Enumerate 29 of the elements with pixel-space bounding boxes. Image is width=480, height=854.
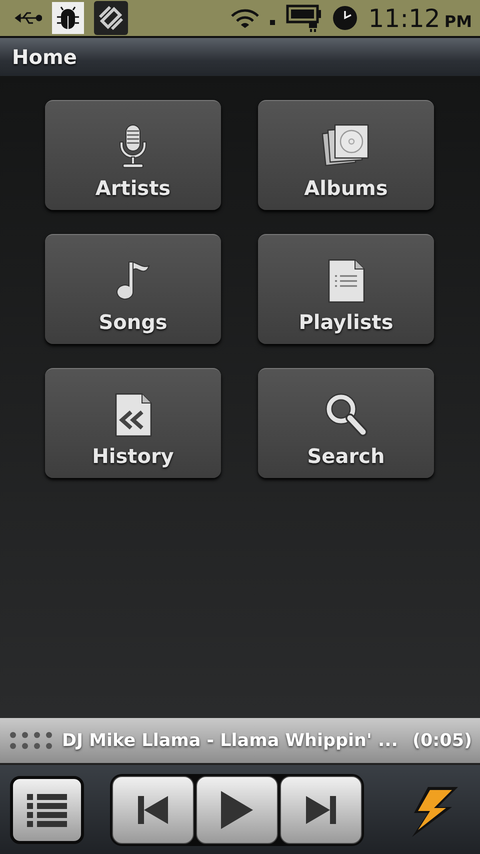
battery-charging-icon — [286, 3, 322, 33]
menu-tile[interactable]: Search — [258, 368, 434, 478]
clock-time: 11:12 — [368, 4, 440, 32]
clock-meridiem: PM — [444, 12, 472, 30]
sync-app-icon[interactable] — [94, 1, 128, 35]
previous-icon — [137, 794, 169, 824]
play-icon — [220, 790, 254, 830]
track-title: DJ Mike Llama - Llama Whippin' ... — [62, 730, 399, 750]
menu-tile[interactable]: Playlists — [258, 234, 434, 344]
menu-tile[interactable]: Artists — [45, 100, 221, 210]
grip-icon — [10, 730, 52, 750]
play-button[interactable] — [196, 776, 278, 844]
clock-icon — [332, 5, 358, 31]
menu-tile[interactable]: History — [45, 368, 221, 478]
rewind-document-icon — [113, 392, 153, 438]
next-button[interactable] — [280, 776, 362, 844]
wifi-icon — [230, 7, 260, 29]
elapsed-time: (0:05) — [412, 730, 472, 750]
menu-tile[interactable]: Albums — [258, 100, 434, 210]
previous-button[interactable] — [112, 776, 194, 844]
playlist-button[interactable] — [10, 776, 84, 844]
menu-tile[interactable]: Songs — [45, 234, 221, 344]
search-icon — [324, 392, 368, 438]
screen-title: Home — [12, 45, 77, 69]
document-list-icon — [326, 258, 366, 304]
usb-icon — [14, 10, 42, 26]
bug-icon[interactable] — [52, 2, 84, 34]
next-icon — [305, 794, 337, 824]
list-icon — [26, 792, 68, 828]
